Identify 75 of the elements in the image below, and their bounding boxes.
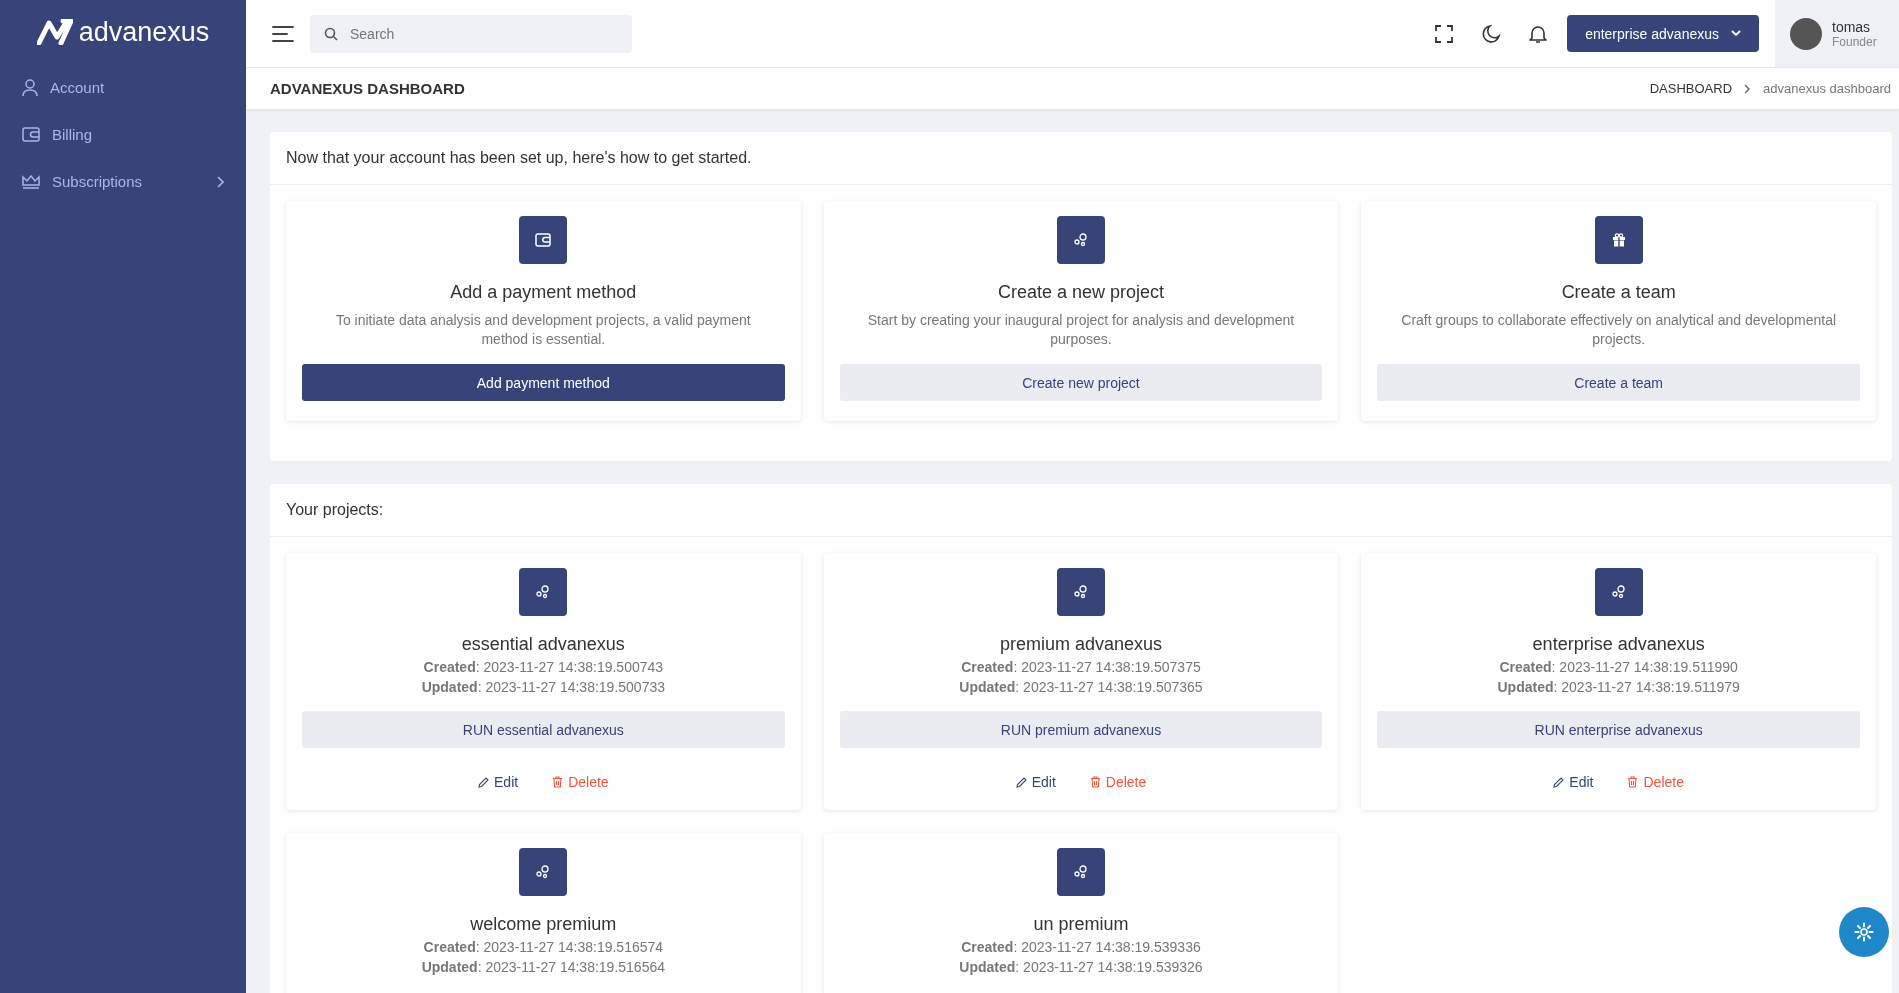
- pencil-icon: [1553, 776, 1565, 788]
- delete-link[interactable]: Delete: [1627, 774, 1684, 790]
- trash-icon: [552, 776, 564, 788]
- wallet-icon: [22, 127, 40, 142]
- card-description: Start by creating your inaugural project for analysis and development purposes.: [866, 311, 1296, 349]
- sidebar-item[interactable]: Subscriptions: [0, 158, 246, 205]
- caret-icon: [1731, 30, 1741, 37]
- created-date: Created: 2023-11-27 14:38:19.507375: [961, 659, 1201, 675]
- avatar: [1790, 17, 1822, 50]
- project-name: welcome premium: [470, 914, 617, 935]
- created-date: Created: 2023-11-27 14:38:19.500743: [423, 659, 664, 675]
- logo-icon: [36, 19, 73, 45]
- card-button[interactable]: Create new project: [839, 364, 1323, 401]
- run-button[interactable]: RUN enterprise advanexus: [1377, 711, 1860, 748]
- user-menu[interactable]: tomas Founder: [1775, 0, 1899, 67]
- bubbles-icon: [1057, 568, 1105, 616]
- gift-icon: [1594, 216, 1643, 264]
- settings-icon: [1854, 922, 1874, 942]
- created-date: Created: 2023-11-27 14:38:19.511990: [1499, 659, 1738, 675]
- bubbles-icon: [1594, 568, 1643, 616]
- user-name: tomas: [1832, 18, 1872, 35]
- edit-link[interactable]: Edit: [478, 774, 519, 790]
- created-date: Created: 2023-11-27 14:38:19.539336: [961, 939, 1201, 955]
- card-title: Create a new project: [997, 282, 1165, 303]
- moon-icon[interactable]: [1481, 23, 1502, 44]
- user-role: Founder: [1832, 34, 1877, 49]
- created-date: Created: 2023-11-27 14:38:19.516574: [423, 939, 664, 955]
- pencil-icon: [1015, 776, 1027, 788]
- updated-date: Updated: 2023-11-27 14:38:19.516564: [421, 959, 665, 975]
- run-button[interactable]: RUN premium advanexus: [839, 711, 1323, 748]
- panel-title: Your projects:: [270, 484, 1892, 537]
- card-button[interactable]: Create a team: [1377, 364, 1860, 401]
- project-name: un premium: [1033, 914, 1129, 935]
- fullscreen-icon[interactable]: [1435, 24, 1454, 43]
- chevron-right-icon: [216, 175, 224, 188]
- page-title: ADVANEXUS DASHBOARD: [270, 80, 465, 97]
- bubbles-icon: [1057, 848, 1105, 896]
- card-title: Create a team: [1561, 282, 1676, 303]
- bell-icon[interactable]: [1529, 23, 1548, 44]
- card-description: To initiate data analysis and development projects, a valid payment method is essential.: [334, 311, 752, 349]
- person-icon: [22, 78, 38, 97]
- workspace-dropdown-button[interactable]: enterprise advanexus: [1567, 15, 1759, 52]
- bubbles-icon: [519, 848, 568, 896]
- crown-icon: [22, 174, 40, 189]
- search-icon: [324, 26, 338, 41]
- updated-date: Updated: 2023-11-27 14:38:19.500733: [421, 679, 665, 695]
- chevron-right-icon: [1744, 83, 1752, 94]
- card-title: Add a payment method: [450, 282, 637, 303]
- edit-link[interactable]: Edit: [1015, 774, 1056, 790]
- updated-date: Updated: 2023-11-27 14:38:19.539326: [959, 959, 1203, 975]
- menu-icon[interactable]: [272, 25, 294, 42]
- project-name: essential advanexus: [461, 634, 625, 655]
- panel-title: Now that your account has been set up, here's how to get started.: [270, 132, 1892, 185]
- updated-date: Updated: 2023-11-27 14:38:19.507365: [959, 679, 1203, 695]
- edit-link[interactable]: Edit: [1553, 774, 1594, 790]
- delete-link[interactable]: Delete: [1089, 774, 1147, 790]
- project-name: enterprise advanexus: [1532, 634, 1705, 655]
- project-name: premium advanexus: [999, 634, 1163, 655]
- sidebar-item[interactable]: Account: [0, 64, 246, 111]
- breadcrumb-item[interactable]: advanexus dashboard: [1763, 81, 1891, 96]
- delete-link[interactable]: Delete: [552, 774, 609, 790]
- updated-date: Updated: 2023-11-27 14:38:19.511979: [1497, 679, 1740, 695]
- card-description: Craft groups to collaborate effectively on analytical and developmental projects.: [1400, 311, 1838, 349]
- logo-text: advanexus: [78, 16, 210, 48]
- wallet-icon: [519, 216, 568, 264]
- search-field[interactable]: Search: [310, 14, 632, 53]
- bubbles-icon: [1057, 216, 1105, 264]
- sidebar-item[interactable]: Billing: [0, 111, 246, 158]
- card-button[interactable]: Add payment method: [302, 364, 785, 401]
- run-button[interactable]: RUN essential advanexus: [302, 711, 785, 748]
- breadcrumb-item[interactable]: DASHBOARD: [1649, 81, 1733, 96]
- trash-icon: [1627, 776, 1639, 788]
- pencil-icon: [478, 776, 490, 788]
- trash-icon: [1089, 776, 1101, 788]
- bubbles-icon: [519, 568, 568, 616]
